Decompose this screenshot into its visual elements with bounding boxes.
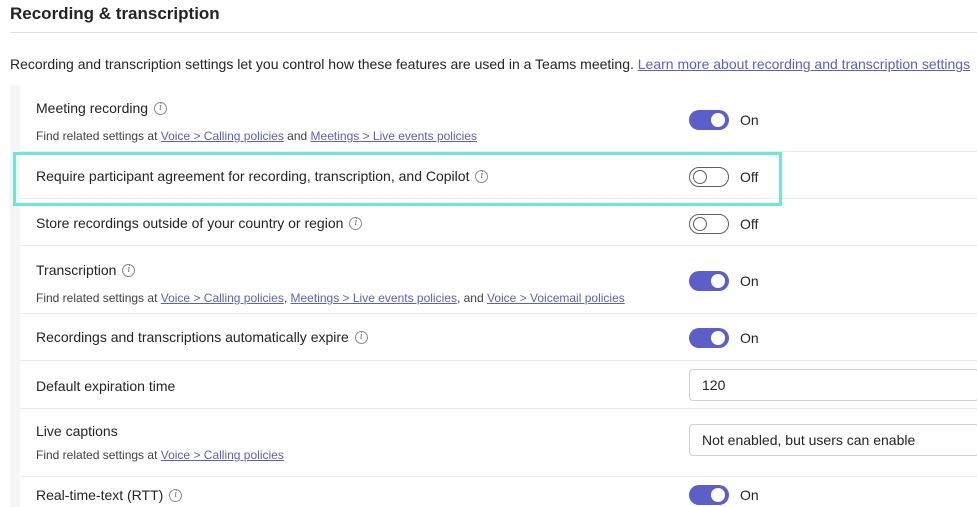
setting-row-auto-expire: Recordings and transcriptions automatica… bbox=[20, 314, 977, 361]
auto-expire-toggle[interactable] bbox=[689, 328, 729, 348]
setting-row-meeting-recording: Meeting recording i Find related settings… bbox=[20, 85, 977, 152]
link-voice-calling-policies[interactable]: Voice > Calling policies bbox=[161, 291, 284, 305]
toggle-state-text: Off bbox=[740, 216, 759, 232]
related-settings-help: Find related settings at Voice > Calling… bbox=[36, 129, 477, 143]
setting-row-participant-agreement: Require participant agreement for record… bbox=[20, 152, 977, 199]
link-voice-calling-policies[interactable]: Voice > Calling policies bbox=[161, 448, 284, 462]
related-settings-help: Find related settings at Voice > Calling… bbox=[36, 291, 625, 305]
setting-row-default-expiration: Default expiration time 120 bbox=[20, 361, 977, 409]
divider bbox=[10, 32, 977, 33]
info-icon[interactable]: i bbox=[122, 263, 136, 277]
setting-label: Live captions bbox=[36, 423, 118, 439]
setting-row-live-captions: Live captions Find related settings at V… bbox=[20, 409, 977, 477]
toggle-state-text: On bbox=[740, 112, 759, 128]
info-icon[interactable]: i bbox=[154, 101, 168, 115]
toggle-state-text: Off bbox=[740, 169, 759, 185]
related-settings-help: Find related settings at Voice > Calling… bbox=[36, 448, 284, 462]
link-meetings-live-events-policies[interactable]: Meetings > Live events policies bbox=[311, 129, 477, 143]
rtt-toggle[interactable] bbox=[689, 485, 729, 505]
info-icon[interactable]: i bbox=[349, 216, 363, 230]
link-voice-voicemail-policies[interactable]: Voice > Voicemail policies bbox=[487, 291, 625, 305]
page-title: Recording & transcription bbox=[10, 4, 220, 23]
setting-label: Transcription i bbox=[36, 262, 136, 278]
learn-more-link[interactable]: Learn more about recording and transcrip… bbox=[638, 56, 970, 72]
settings-panel: Meeting recording i Find related settings… bbox=[10, 85, 977, 507]
setting-label: Default expiration time bbox=[36, 378, 176, 394]
expiration-days-input[interactable]: 120 bbox=[689, 369, 977, 401]
setting-row-rtt: Real-time-text (RTT) i On bbox=[20, 477, 977, 507]
info-icon[interactable]: i bbox=[354, 330, 368, 344]
setting-row-store-outside-region: Store recordings outside of your country… bbox=[20, 199, 977, 246]
link-meetings-live-events-policies[interactable]: Meetings > Live events policies bbox=[291, 291, 457, 305]
toggle-state-text: On bbox=[740, 273, 759, 289]
setting-label: Store recordings outside of your country… bbox=[36, 215, 363, 231]
toggle-state-text: On bbox=[740, 487, 759, 503]
toggle-state-text: On bbox=[740, 330, 759, 346]
intro-text: Recording and transcription settings let… bbox=[10, 56, 970, 72]
transcription-toggle[interactable] bbox=[689, 271, 729, 291]
info-icon[interactable]: i bbox=[169, 488, 183, 502]
setting-row-transcription: Transcription i Find related settings at … bbox=[20, 246, 977, 314]
setting-label: Require participant agreement for record… bbox=[36, 168, 489, 184]
intro-description: Recording and transcription settings let… bbox=[10, 56, 634, 72]
info-icon[interactable]: i bbox=[475, 169, 489, 183]
live-captions-select[interactable]: Not enabled, but users can enable bbox=[689, 424, 977, 456]
participant-agreement-toggle[interactable] bbox=[689, 167, 729, 187]
setting-label: Recordings and transcriptions automatica… bbox=[36, 329, 368, 345]
setting-label: Real-time-text (RTT) i bbox=[36, 487, 183, 503]
store-outside-region-toggle[interactable] bbox=[689, 214, 729, 234]
meeting-recording-toggle[interactable] bbox=[689, 110, 729, 130]
setting-label: Meeting recording i bbox=[36, 100, 168, 116]
link-voice-calling-policies[interactable]: Voice > Calling policies bbox=[161, 129, 284, 143]
